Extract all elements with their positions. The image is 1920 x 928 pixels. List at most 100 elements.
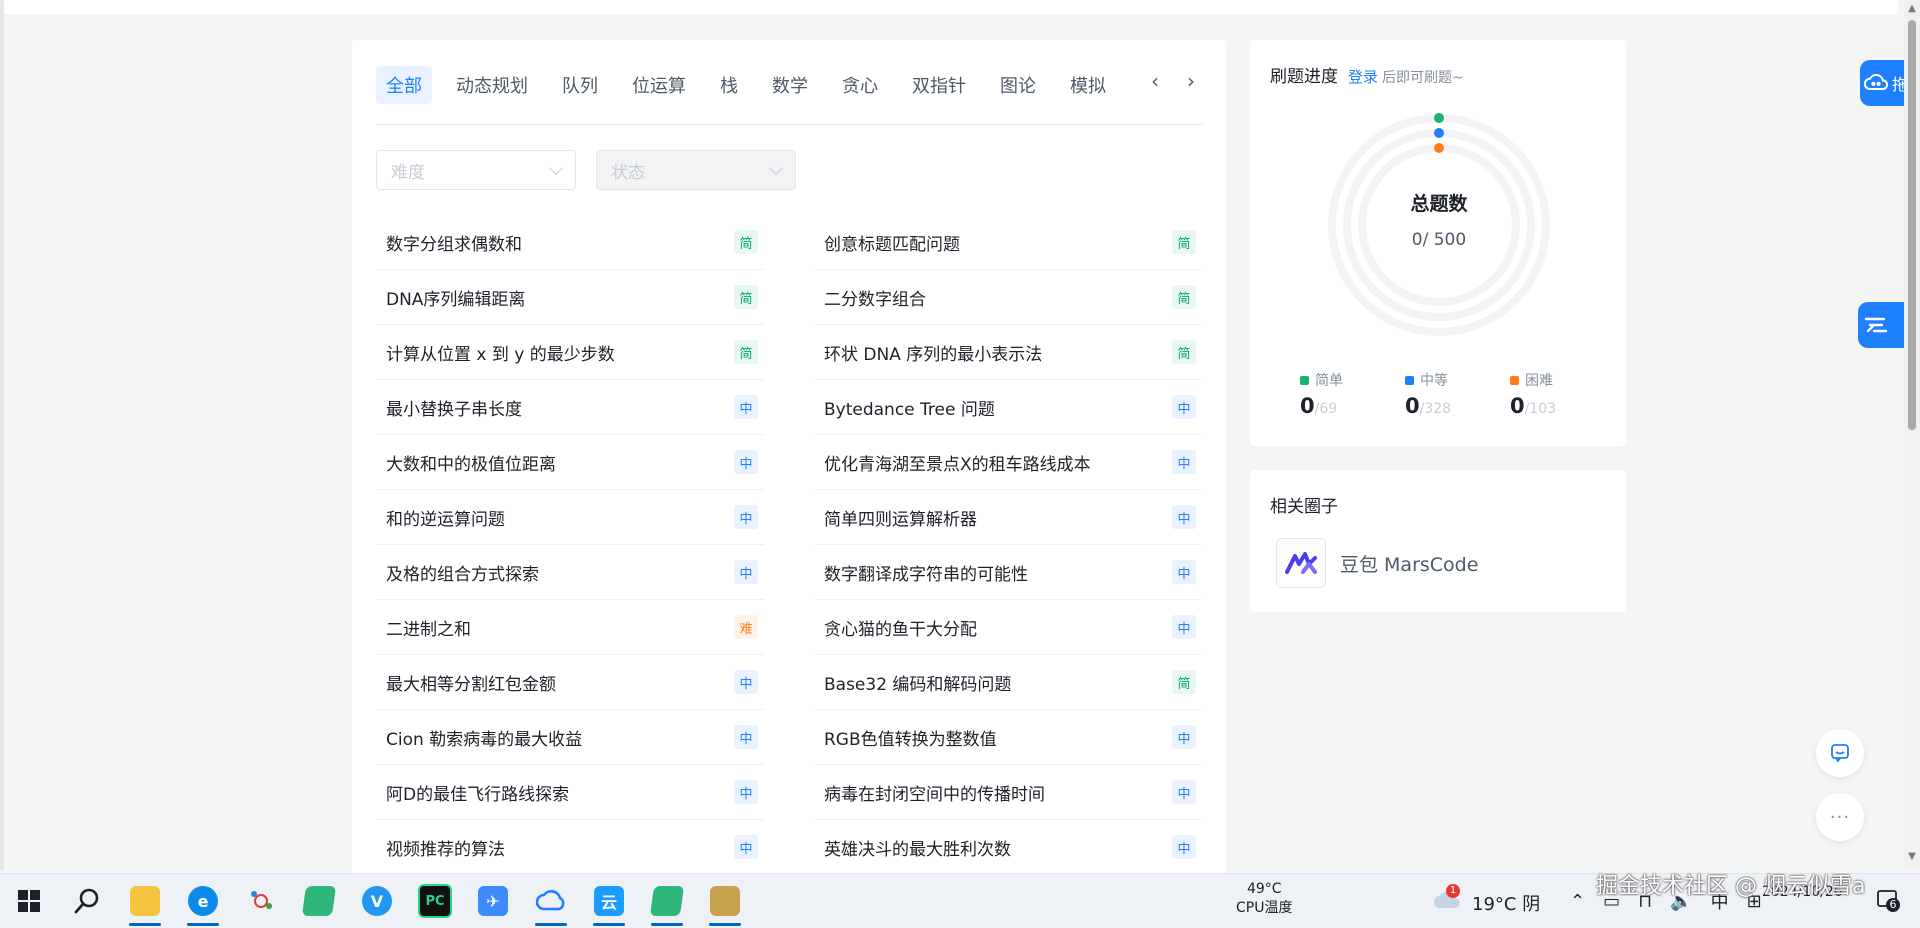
cpu-temp-value: 49°C — [1246, 881, 1282, 897]
total-count: 0/ 500 — [1411, 229, 1467, 250]
circle-item-marscode[interactable]: 豆包 MarsCode — [1276, 538, 1478, 588]
difficulty-badge: 中 — [1172, 615, 1196, 639]
ring-center: 总题数 0/ 500 — [1324, 110, 1554, 340]
search-icon — [74, 888, 99, 914]
scrollbar-thumb[interactable] — [1908, 20, 1916, 430]
scroll-up-icon[interactable]: ▲ — [1907, 4, 1917, 14]
chevron-right-icon[interactable]: › — [1180, 69, 1202, 93]
tab-two-pointers[interactable]: 双指针 — [902, 66, 976, 104]
chevron-left-icon[interactable]: ‹ — [1144, 69, 1166, 93]
cpu-temperature[interactable]: 49°C CPU温度 — [1236, 880, 1292, 918]
baidu-netdisk-float-tab[interactable]: 拖 — [1860, 60, 1908, 106]
stat-easy: 简单 0/69 — [1300, 370, 1390, 418]
problem-item[interactable]: 和的逆运算问题 中 — [376, 490, 764, 545]
taskbar-app-graph[interactable] — [232, 874, 290, 928]
netdisk-cloud-icon — [536, 889, 565, 911]
chevron-down-icon — [548, 160, 564, 175]
difficulty-badge: 简 — [734, 340, 758, 364]
marscode-logo-icon — [1276, 538, 1326, 588]
problem-title: 大数和中的极值位距离 — [386, 454, 556, 475]
tab-bit-operation[interactable]: 位运算 — [622, 66, 696, 104]
tab-graph[interactable]: 图论 — [990, 66, 1046, 104]
search-button[interactable] — [58, 874, 116, 928]
difficulty-badge: 简 — [1172, 230, 1196, 254]
problem-item[interactable]: DNA序列编辑距离 简 — [376, 270, 764, 325]
stat-hard-value: 0 — [1510, 394, 1525, 418]
tab-greedy[interactable]: 贪心 — [832, 66, 888, 104]
problem-title: 数字翻译成字符串的可能性 — [824, 564, 1028, 585]
stat-easy-value: 0 — [1300, 394, 1315, 418]
tab-math[interactable]: 数学 — [762, 66, 818, 104]
problem-item[interactable]: 最大相等分割红包金额 中 — [376, 655, 764, 710]
notes-icon — [301, 886, 337, 916]
problem-item[interactable]: 数字分组求偶数和 简 — [376, 215, 764, 270]
tab-queue[interactable]: 队列 — [552, 66, 608, 104]
page-scrollbar[interactable]: ▲ ▼ — [1904, 0, 1920, 870]
tab-simulation[interactable]: 模拟 — [1060, 66, 1116, 104]
category-tabs: 全部 动态规划 队列 位运算 栈 数学 贪心 双指针 图论 模拟 ‹ › — [376, 64, 1202, 125]
problem-item[interactable]: 英雄决斗的最大胜利次数 中 — [814, 820, 1202, 875]
chat-bubble-icon — [1831, 744, 1849, 763]
taskbar-file-explorer[interactable] — [116, 874, 174, 928]
problem-item[interactable]: 阿D的最佳飞行路线探索 中 — [376, 765, 764, 820]
problem-item[interactable]: 二进制之和 难 — [376, 600, 764, 655]
taskbar-pycharm[interactable]: PC — [406, 874, 464, 928]
status-select[interactable]: 状态 — [596, 150, 796, 190]
weather-text: 19°C 阴 — [1472, 893, 1541, 915]
problem-title: 环状 DNA 序列的最小表示法 — [824, 344, 1043, 365]
difficulty-badge: 中 — [1172, 450, 1196, 474]
problem-item[interactable]: 病毒在封闭空间中的传播时间 中 — [814, 765, 1202, 820]
filters: 难度 状态 — [376, 150, 796, 190]
chevron-up-icon[interactable]: ⌃ — [1570, 891, 1585, 912]
taskbar-bird-app[interactable]: ✈ — [464, 874, 522, 928]
feedback-button[interactable] — [1816, 729, 1864, 777]
problem-item[interactable]: Cion 勒索病毒的最大收益 中 — [376, 710, 764, 765]
scroll-down-icon[interactable]: ▼ — [1907, 852, 1917, 862]
weather-widget[interactable]: 1 19°C 阴 — [1432, 884, 1541, 917]
problem-item[interactable]: 环状 DNA 序列的最小表示法 简 — [814, 325, 1202, 380]
watermark: 掘金技术社区 @ 烟云似雪a — [1596, 874, 1866, 899]
problem-item[interactable]: 贪心猫的鱼干大分配 中 — [814, 600, 1202, 655]
more-button[interactable]: ··· — [1816, 793, 1864, 841]
login-link[interactable]: 登录 — [1348, 66, 1378, 87]
taskbar-v-app[interactable]: V — [348, 874, 406, 928]
problem-item[interactable]: 二分数字组合 简 — [814, 270, 1202, 325]
taskbar-notes-app[interactable] — [290, 874, 348, 928]
problem-item[interactable]: 数字翻译成字符串的可能性 中 — [814, 545, 1202, 600]
top-header-strip — [0, 0, 1898, 14]
problem-item[interactable]: RGB色值转换为整数值 中 — [814, 710, 1202, 765]
taskbar-baidu-netdisk[interactable] — [522, 874, 580, 928]
notification-button[interactable]: 6 — [1876, 888, 1900, 912]
problem-item[interactable]: Bytedance Tree 问题 中 — [814, 380, 1202, 435]
difficulty-select[interactable]: 难度 — [376, 150, 576, 190]
problem-item[interactable]: 及格的组合方式探索 中 — [376, 545, 764, 600]
problem-item[interactable]: 优化青海湖至景点X的租车路线成本 中 — [814, 435, 1202, 490]
problem-item[interactable]: Base32 编码和解码问题 简 — [814, 655, 1202, 710]
problem-title: Cion 勒索病毒的最大收益 — [386, 729, 583, 750]
bird-icon: ✈ — [478, 886, 508, 916]
difficulty-badge: 简 — [1172, 285, 1196, 309]
start-button[interactable] — [0, 874, 58, 928]
difficulty-stats: 简单 0/69 中等 0/328 困难 0/103 — [1300, 370, 1600, 418]
problem-item[interactable]: 创意标题匹配问题 简 — [814, 215, 1202, 270]
problem-item[interactable]: 视频推荐的算法 中 — [376, 820, 764, 875]
taskbar-archive-app[interactable] — [696, 874, 754, 928]
taskbar-notes-app-2[interactable] — [638, 874, 696, 928]
problem-item[interactable]: 简单四则运算解析器 中 — [814, 490, 1202, 545]
taskbar-cloud-app[interactable]: 云 — [580, 874, 638, 928]
difficulty-badge: 中 — [734, 725, 758, 749]
tab-all[interactable]: 全部 — [376, 66, 432, 104]
difficulty-badge: 中 — [734, 835, 758, 859]
taskbar-edge[interactable]: e — [174, 874, 232, 928]
cloud-app-float-tab[interactable] — [1858, 302, 1908, 348]
problem-item[interactable]: 最小替换子串长度 中 — [376, 380, 764, 435]
connections-app-icon — [251, 891, 272, 909]
tab-dynamic-programming[interactable]: 动态规划 — [446, 66, 538, 104]
problem-item[interactable]: 大数和中的极值位距离 中 — [376, 435, 764, 490]
problem-item[interactable]: 计算从位置 x 到 y 的最少步数 简 — [376, 325, 764, 380]
cpu-temp-label: CPU温度 — [1236, 900, 1293, 916]
problem-title: RGB色值转换为整数值 — [824, 729, 997, 750]
problem-title: 最大相等分割红包金额 — [386, 674, 556, 695]
login-tip: 后即可刷题~ — [1382, 70, 1464, 86]
tab-stack[interactable]: 栈 — [710, 66, 748, 104]
